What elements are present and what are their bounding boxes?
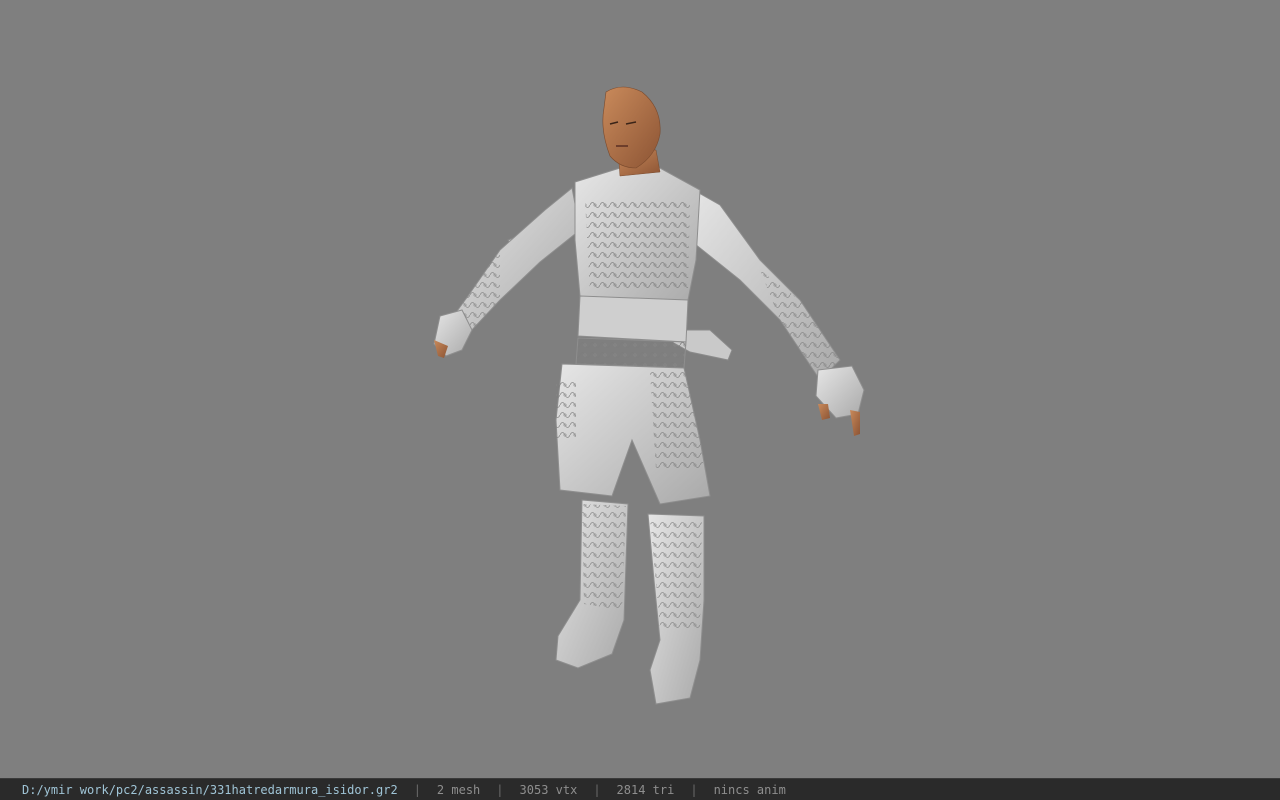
mesh-count: 2 mesh (436, 782, 481, 797)
status-bar: D:/ymir work/pc2/assassin/331hatredarmur… (0, 778, 1280, 800)
character-model (433, 86, 865, 705)
legs (555, 363, 711, 505)
separator: | (496, 782, 504, 797)
file-path: D:/ymir work/pc2/assassin/331hatredarmur… (22, 782, 398, 797)
animation-status: nincs anim (713, 782, 786, 797)
right-arm (689, 187, 865, 436)
head (602, 86, 661, 177)
right-boot (647, 513, 705, 705)
separator: | (593, 782, 601, 797)
vertex-count: 3053 vtx (519, 782, 578, 797)
left-arm (433, 187, 581, 358)
torso (574, 167, 701, 369)
triangle-count: 2814 tri (616, 782, 675, 797)
3d-viewport[interactable] (0, 0, 1280, 778)
left-boot (555, 499, 629, 669)
separator: | (690, 782, 698, 797)
separator: | (413, 782, 421, 797)
